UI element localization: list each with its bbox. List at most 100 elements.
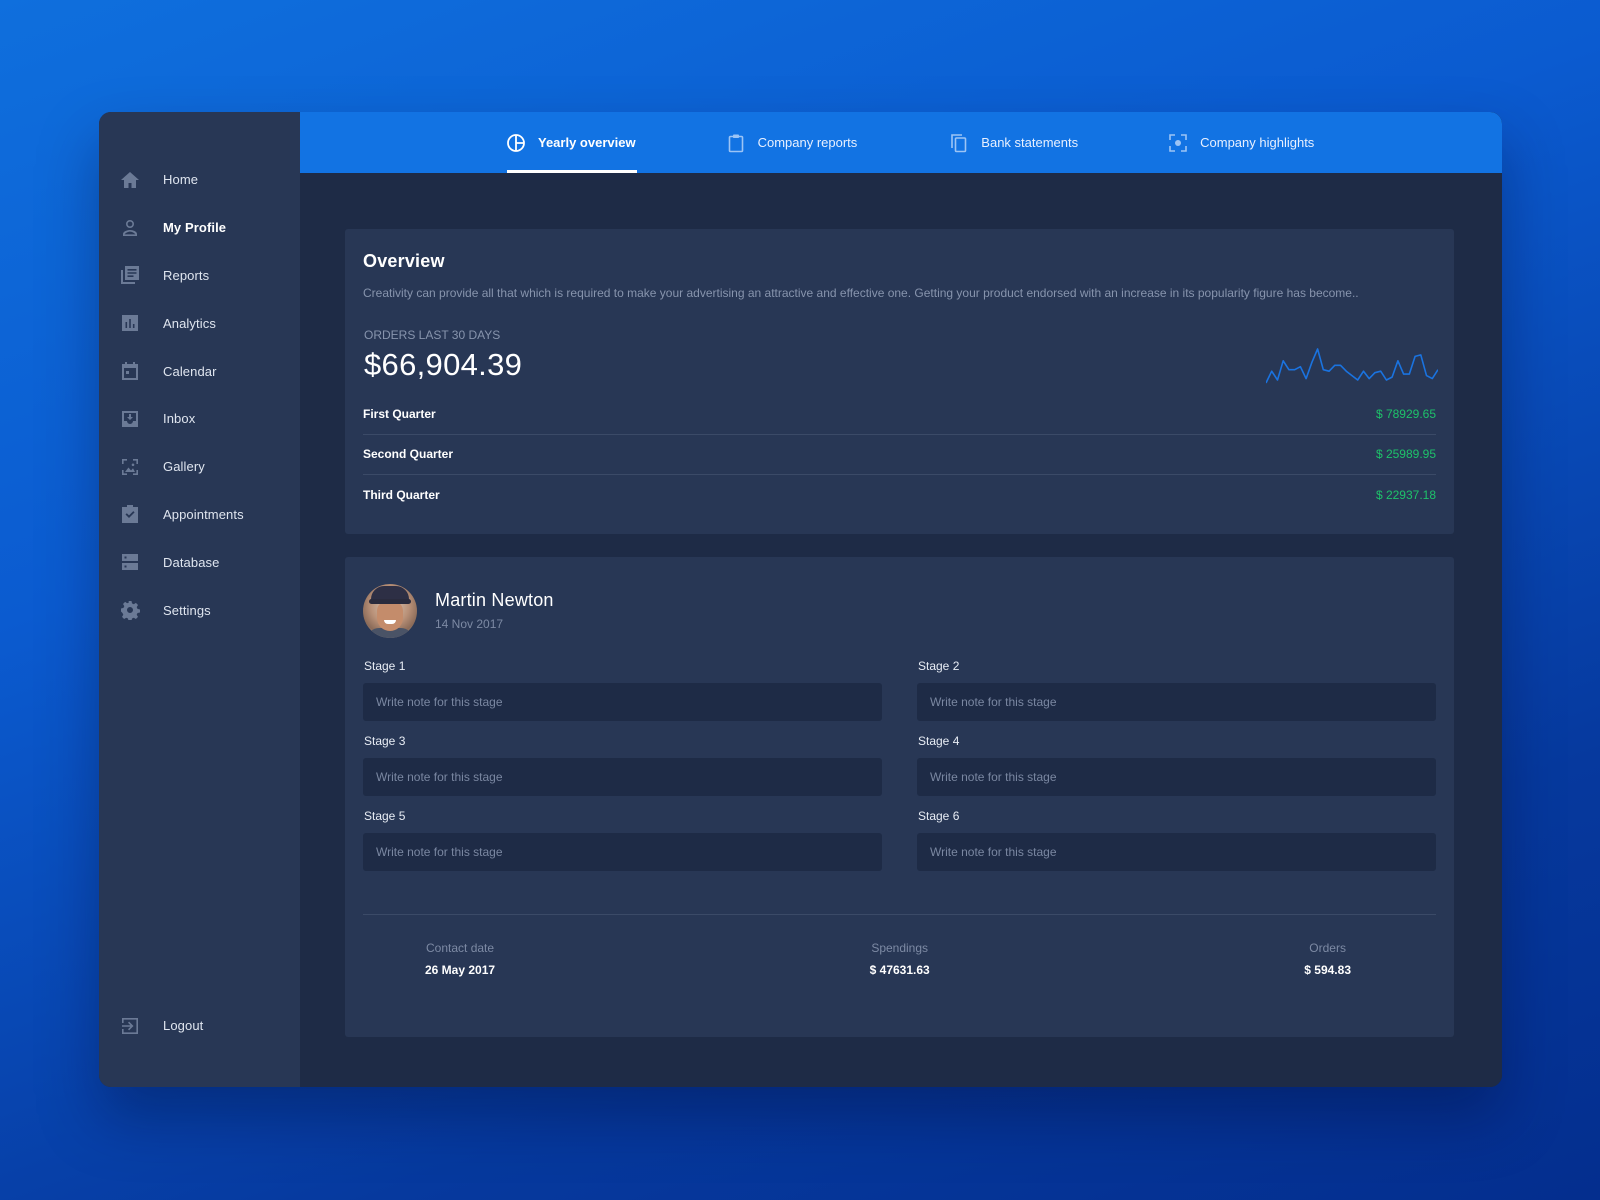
tab-yearly-overview[interactable]: Yearly overview	[506, 112, 637, 173]
quarter-row: Second Quarter $ 25989.95	[363, 435, 1436, 475]
user-icon	[120, 218, 140, 238]
sidebar-item-label: My Profile	[163, 220, 227, 236]
stage-field: Stage 4	[917, 734, 1436, 796]
sidebar-item-label: Reports	[163, 267, 210, 283]
profile-header: Martin Newton 14 Nov 2017	[363, 583, 1436, 638]
orders-sparkline	[1266, 348, 1438, 384]
copy-icon	[949, 133, 969, 153]
database-icon	[120, 552, 140, 572]
sidebar-item-gallery[interactable]: Gallery	[99, 443, 300, 491]
quarter-row: First Quarter $ 78929.65	[363, 395, 1436, 435]
gear-icon	[120, 600, 140, 621]
analytics-icon	[120, 313, 140, 333]
stage-3-note-input[interactable]	[363, 758, 882, 796]
sparkline-line	[1266, 348, 1438, 384]
calendar-icon	[120, 361, 140, 381]
gallery-icon	[120, 457, 140, 477]
stat-label: Orders	[1309, 941, 1346, 955]
sidebar-item-label: Home	[163, 172, 199, 188]
sidebar-item-reports[interactable]: Reports	[99, 252, 300, 300]
stages-grid: Stage 1 Stage 2 Stage 3 Stage 4 Stage 5 Stage…	[363, 659, 1436, 871]
sidebar-item-settings[interactable]: Settings	[99, 586, 300, 634]
stage-label: Stage 4	[918, 734, 960, 748]
quarter-value: $ 22937.18	[1375, 487, 1436, 502]
app-window: Home My Profile Reports Analytics Calend…	[99, 112, 1502, 1087]
logout-icon	[120, 1016, 140, 1036]
focus-icon	[1168, 133, 1188, 153]
sidebar-item-label: Calendar	[163, 363, 217, 379]
sidebar-item-label: Database	[163, 554, 220, 570]
stage-field: Stage 3	[363, 734, 882, 796]
stage-6-note-input[interactable]	[917, 833, 1436, 871]
quarter-row: Third Quarter $ 22937.18	[363, 475, 1436, 515]
overview-card: Overview Creativity can provide all that…	[345, 229, 1454, 534]
quarter-label: First Quarter	[363, 407, 436, 422]
sidebar-item-label: Analytics	[163, 315, 216, 331]
stage-field: Stage 1	[363, 659, 882, 721]
sidebar-item-label: Appointments	[163, 506, 244, 522]
clipboard-check-icon	[120, 504, 140, 524]
stage-field: Stage 2	[917, 659, 1436, 721]
avatar[interactable]	[363, 583, 417, 638]
sidebar-item-label: Inbox	[163, 411, 196, 427]
orders-label: ORDERS LAST 30 DAYS	[364, 327, 501, 342]
sidebar-item-analytics[interactable]: Analytics	[99, 299, 300, 347]
quarter-value: $ 25989.95	[1375, 447, 1436, 462]
quarter-value: $ 78929.65	[1375, 407, 1436, 422]
inbox-icon	[120, 409, 140, 429]
stage-label: Stage 1	[364, 659, 406, 673]
stat-label: Spendings	[871, 941, 929, 955]
sidebar-item-calendar[interactable]: Calendar	[99, 347, 300, 395]
sidebar-item-inbox[interactable]: Inbox	[99, 395, 300, 443]
tab-bar: Yearly overview Company reports Bank sta…	[300, 112, 1502, 173]
stat-item: Spendings $ 47631.63	[870, 941, 930, 977]
logout-label: Logout	[163, 1018, 204, 1034]
reports-icon	[120, 265, 140, 285]
sidebar-item-label: Settings	[163, 602, 211, 618]
overview-description: Creativity can provide all that which is…	[363, 286, 1359, 300]
profile-stats: Contact date 26 May 2017 Spendings $ 47631.…	[363, 941, 1436, 977]
stage-label: Stage 3	[364, 734, 406, 748]
divider	[363, 914, 1436, 915]
sidebar-nav: Home My Profile Reports Analytics Calend…	[99, 156, 300, 634]
stat-item: Contact date 26 May 2017	[425, 941, 495, 977]
sidebar-item-label: Gallery	[163, 459, 205, 475]
tab-bank-statements[interactable]: Bank statements	[949, 112, 1078, 173]
profile-name: Martin Newton	[435, 590, 554, 610]
home-icon	[120, 170, 140, 190]
pie-chart-icon	[506, 133, 526, 153]
stat-value: $ 47631.63	[869, 963, 930, 977]
sidebar-item-database[interactable]: Database	[99, 538, 300, 586]
sidebar-item-appointments[interactable]: Appointments	[99, 491, 300, 539]
overview-title: Overview	[363, 251, 445, 271]
sidebar: Home My Profile Reports Analytics Calend…	[99, 112, 300, 1087]
sidebar-item-my-profile[interactable]: My Profile	[99, 204, 300, 252]
stage-label: Stage 5	[364, 809, 406, 823]
stat-value: $ 594.83	[1304, 963, 1351, 977]
sidebar-item-home[interactable]: Home	[99, 156, 300, 204]
clipboard-icon	[726, 133, 746, 153]
quarter-label: Second Quarter	[363, 447, 454, 462]
stage-2-note-input[interactable]	[917, 683, 1436, 721]
stage-label: Stage 6	[918, 809, 960, 823]
stage-4-note-input[interactable]	[917, 758, 1436, 796]
stat-value: 26 May 2017	[425, 963, 496, 977]
quarter-label: Third Quarter	[363, 487, 440, 502]
main-content: Yearly overview Company reports Bank sta…	[300, 112, 1502, 1087]
stat-label: Contact date	[426, 941, 495, 955]
profile-card: Martin Newton 14 Nov 2017 Stage 1 Stage 2…	[345, 557, 1454, 1037]
stat-item: Orders $ 594.83	[1304, 941, 1351, 977]
profile-date: 14 Nov 2017	[435, 617, 504, 631]
stage-field: Stage 6	[917, 809, 1436, 871]
logout-button[interactable]: Logout	[99, 1002, 300, 1050]
tab-company-reports[interactable]: Company reports	[726, 112, 858, 173]
tab-label: Bank statements	[981, 135, 1079, 150]
quarters-list: First Quarter $ 78929.65 Second Quarter $ 2…	[363, 395, 1436, 515]
stage-1-note-input[interactable]	[363, 683, 882, 721]
tab-label: Company highlights	[1200, 135, 1315, 150]
tab-label: Company reports	[757, 135, 858, 150]
stage-field: Stage 5	[363, 809, 882, 871]
tab-company-highlights[interactable]: Company highlights	[1168, 112, 1314, 173]
tab-label: Yearly overview	[538, 135, 636, 150]
stage-5-note-input[interactable]	[363, 833, 882, 871]
